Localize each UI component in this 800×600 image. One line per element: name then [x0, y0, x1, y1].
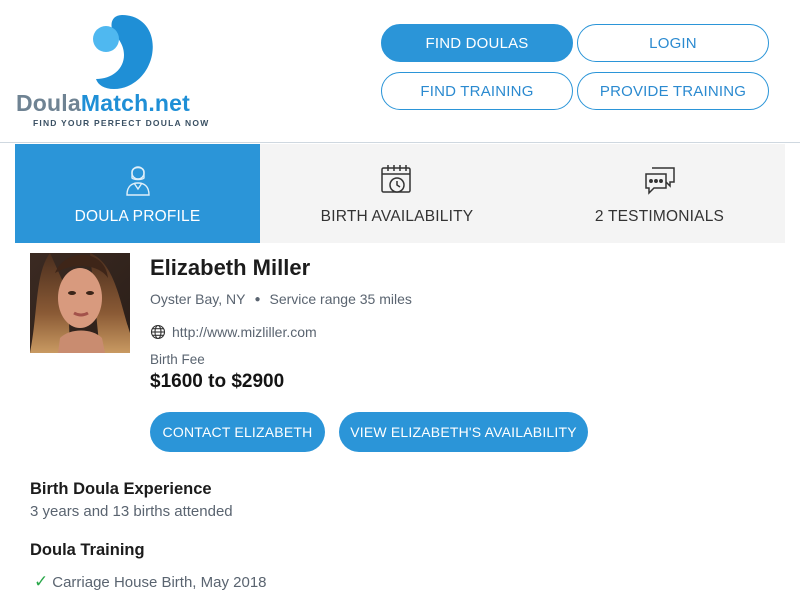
doula-photo — [30, 253, 130, 353]
experience-text: 3 years and 13 births attended — [30, 503, 233, 520]
find-training-button[interactable]: FIND TRAINING — [381, 72, 573, 110]
fee-label: Birth Fee — [150, 352, 205, 367]
tab-label: 2 TESTIMONIALS — [594, 208, 725, 225]
experience-title: Birth Doula Experience — [30, 480, 212, 498]
fee-value: $1600 to $2900 — [150, 371, 285, 392]
separator-dot-icon: ● — [254, 293, 261, 305]
location-text: Oyster Bay, NY — [150, 291, 246, 307]
person-icon — [125, 166, 150, 196]
find-doulas-button[interactable]: FIND DOULAS — [381, 24, 573, 62]
logo-tagline: FIND YOUR PERFECT DOULA NOW — [33, 118, 210, 128]
logo-word-doula: Doula — [16, 90, 81, 116]
tab-testimonials[interactable]: 2 TESTIMONIALS — [534, 144, 785, 243]
website-link[interactable]: http://www.mizliller.com — [172, 324, 317, 340]
site-header: DoulaMatch.net FIND YOUR PERFECT DOULA N… — [0, 0, 800, 143]
globe-icon — [150, 324, 166, 340]
website-line: http://www.mizliller.com — [150, 324, 317, 340]
chat-bubbles-icon — [644, 167, 675, 195]
tab-label: BIRTH AVAILABILITY — [320, 208, 474, 225]
calendar-clock-icon — [381, 165, 411, 193]
tab-doula-profile[interactable]: DOULA PROFILE — [15, 144, 260, 243]
profile-tabs: DOULA PROFILE BIRTH AVAILABILITY 2 TESTI… — [15, 144, 785, 243]
photo-image — [30, 253, 130, 353]
training-item: ✓ Carriage House Birth, May 2018 — [34, 572, 267, 592]
tab-birth-availability[interactable]: BIRTH AVAILABILITY — [260, 144, 534, 243]
provide-training-button[interactable]: PROVIDE TRAINING — [577, 72, 769, 110]
login-button[interactable]: LOGIN — [577, 24, 769, 62]
doula-name: Elizabeth Miller — [150, 255, 311, 280]
site-logo[interactable]: DoulaMatch.net FIND YOUR PERFECT DOULA N… — [16, 10, 226, 135]
tab-label: DOULA PROFILE — [74, 208, 201, 225]
location-line: Oyster Bay, NY ● Service range 35 miles — [150, 291, 412, 307]
training-title: Doula Training — [30, 541, 145, 559]
training-item-text: Carriage House Birth, May 2018 — [52, 573, 267, 591]
checkmark-icon: ✓ — [34, 572, 49, 591]
logo-mark-icon — [93, 15, 153, 89]
view-availability-button[interactable]: VIEW ELIZABETH'S AVAILABILITY — [339, 412, 588, 452]
logo-wordmark: DoulaMatch.net — [16, 90, 190, 117]
logo-word-match: Match.net — [80, 90, 191, 116]
contact-button[interactable]: CONTACT ELIZABETH — [150, 412, 325, 452]
service-range-text: Service range 35 miles — [269, 291, 412, 307]
